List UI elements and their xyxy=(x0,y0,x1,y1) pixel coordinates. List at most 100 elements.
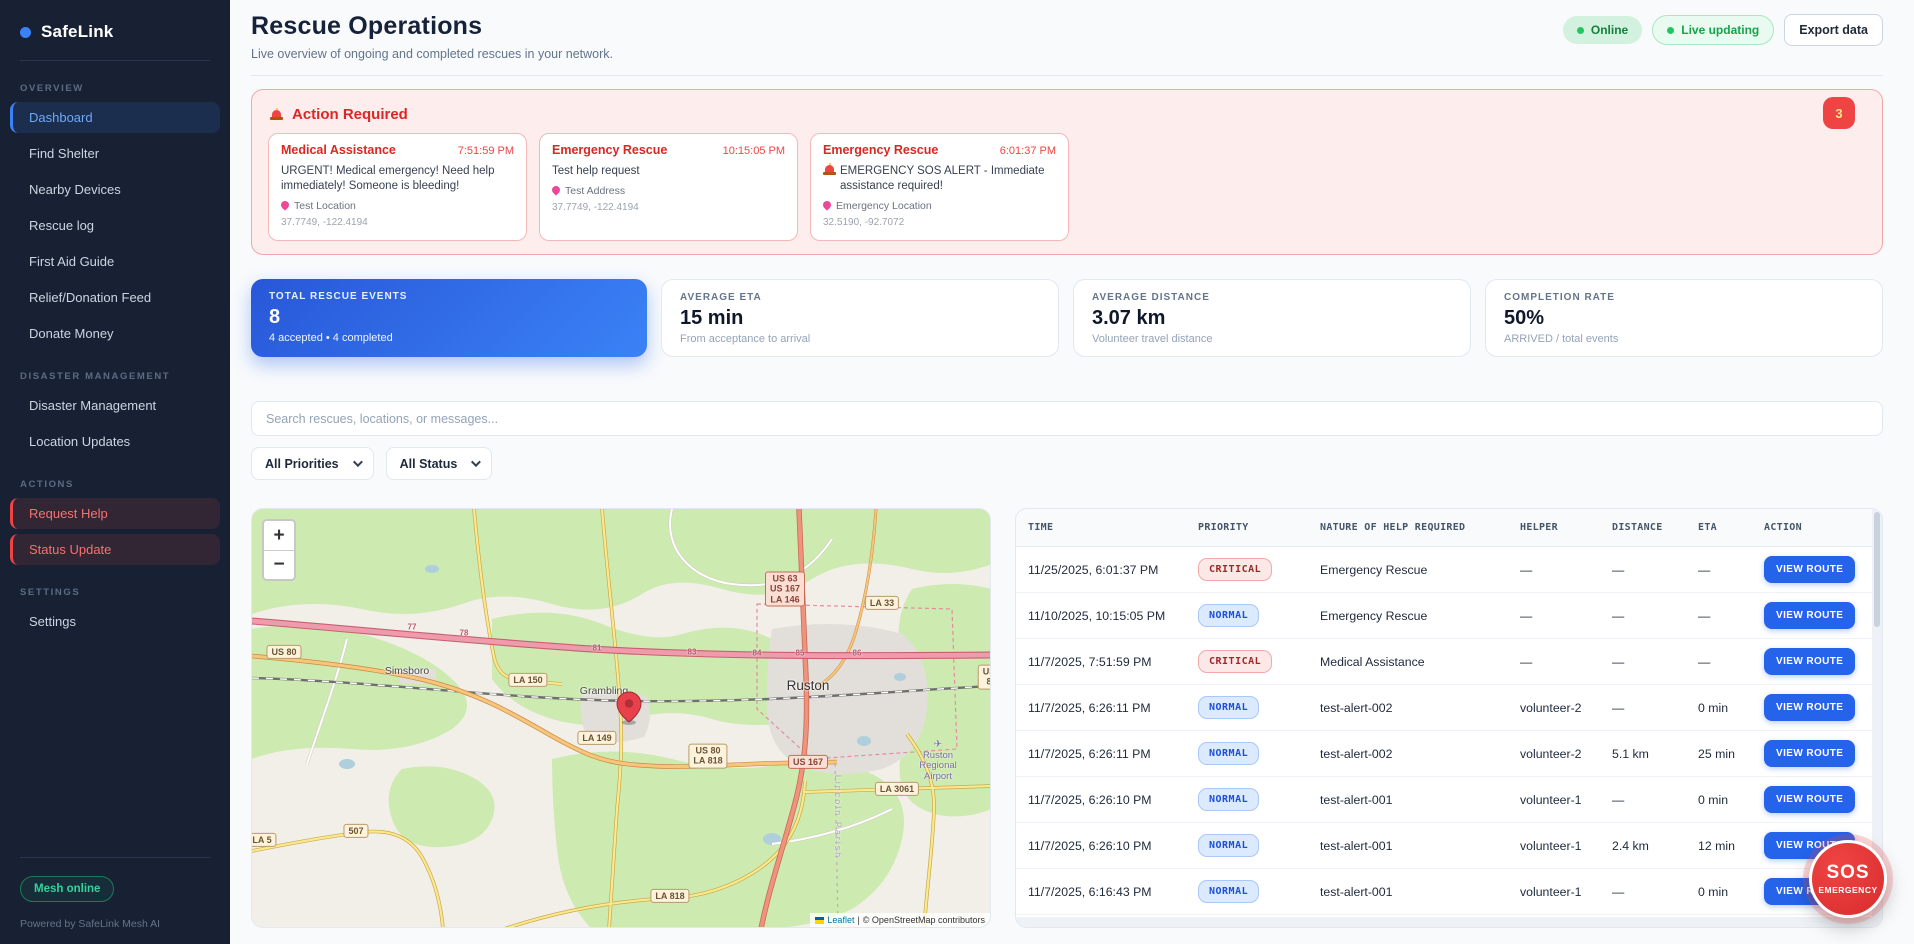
location-pin-icon xyxy=(821,199,833,212)
view-route-button[interactable]: VIEW ROUTE xyxy=(1764,740,1856,767)
powered-by-text: Powered by SafeLink Mesh AI xyxy=(20,918,161,930)
priority-badge: NORMAL xyxy=(1198,604,1260,627)
sidebar-item-settings[interactable]: Settings xyxy=(10,606,220,637)
stat-card-completion-rate[interactable]: COMPLETION RATE 50% ARRIVED / total events xyxy=(1485,279,1883,357)
table-column-header-time: TIME xyxy=(1028,522,1054,533)
sidebar-item-disaster-management[interactable]: Disaster Management xyxy=(10,390,220,421)
sidebar-item-rescue-log[interactable]: Rescue log xyxy=(10,210,220,241)
cell-helper: — xyxy=(1520,654,1533,669)
priority-filter-select[interactable]: All Priorities xyxy=(251,447,374,480)
action-required-panel: Action Required 3 Medical Assistance 7:51… xyxy=(251,89,1883,255)
stat-sublabel: ARRIVED / total events xyxy=(1504,333,1619,345)
stat-sublabel: From acceptance to arrival xyxy=(680,333,811,345)
cell-time: 11/7/2025, 6:26:11 PM xyxy=(1028,746,1151,761)
alert-card-location: Emergency Location xyxy=(821,199,1056,212)
stat-card-total-rescue-events[interactable]: TOTAL RESCUE EVENTS 8 4 accepted • 4 compl… xyxy=(251,279,647,357)
priority-badge: CRITICAL xyxy=(1198,650,1273,673)
sidebar-section-label-disaster-management: Disaster Management xyxy=(20,371,171,382)
cell-distance: 5.1 km xyxy=(1612,746,1649,761)
sidebar-item-dashboard[interactable]: Dashboard xyxy=(10,102,220,133)
cell-helper: volunteer-1 xyxy=(1520,838,1582,853)
table-vertical-scrollbar-thumb[interactable] xyxy=(1874,512,1880,627)
table-body: 11/25/2025, 6:01:37 PM CRITICAL Emergency … xyxy=(1016,547,1872,917)
map-marker-pin[interactable] xyxy=(616,691,642,725)
leaflet-link[interactable]: Leaflet xyxy=(827,915,854,925)
sidebar-item-location-updates[interactable]: Location Updates xyxy=(10,426,220,457)
cell-time: 11/7/2025, 6:26:11 PM xyxy=(1028,700,1151,715)
alert-card-title: Emergency Rescue xyxy=(823,143,939,157)
cell-action: VIEW ROUTE xyxy=(1764,602,1862,629)
alert-card-time: 10:15:05 PM xyxy=(722,145,785,157)
stat-value: 3.07 km xyxy=(1092,307,1166,329)
zoom-in-button[interactable]: + xyxy=(264,521,294,550)
cell-eta: 25 min xyxy=(1698,746,1735,761)
sidebar-item-request-help[interactable]: Request Help xyxy=(10,498,220,529)
alert-card-location: Test Location xyxy=(279,199,514,212)
cell-action: VIEW ROUTE xyxy=(1764,694,1862,721)
alert-card-coordinates: 37.7749, -122.4194 xyxy=(552,202,639,214)
logo-dot-icon xyxy=(20,26,31,38)
chevron-down-icon xyxy=(352,457,363,468)
cell-eta: 0 min xyxy=(1698,700,1729,715)
app-root: SafeLink Overview Dashboard Find Shelter Ne… xyxy=(0,0,1914,944)
export-data-button[interactable]: Export data xyxy=(1784,14,1883,46)
attribution-separator: | xyxy=(857,915,860,925)
cell-time: 11/10/2025, 10:15:05 PM xyxy=(1028,608,1166,623)
sidebar-item-relief-donation-feed[interactable]: Relief/Donation Feed xyxy=(10,282,220,313)
chevron-down-icon xyxy=(471,457,482,468)
table-horizontal-scrollbar[interactable] xyxy=(1016,917,1882,927)
sidebar-item-donate-money[interactable]: Donate Money xyxy=(10,318,220,349)
sidebar: SafeLink Overview Dashboard Find Shelter Ne… xyxy=(0,0,230,944)
stat-value: 8 xyxy=(269,306,281,328)
alert-card-title: Medical Assistance xyxy=(281,143,396,157)
cell-eta: 0 min xyxy=(1698,884,1729,899)
action-required-title: Action Required xyxy=(292,106,408,123)
alert-card-message: Test help request xyxy=(552,164,785,179)
cell-priority: NORMAL xyxy=(1198,788,1320,811)
stat-card-average-eta[interactable]: AVERAGE ETA 15 min From acceptance to arri… xyxy=(661,279,1059,357)
zoom-out-button[interactable]: − xyxy=(264,550,294,579)
map-canvas[interactable]: US 63 US 167 LA 146 LA 33 US 80 Simsboro LA … xyxy=(251,508,991,928)
view-route-button[interactable]: VIEW ROUTE xyxy=(1764,648,1856,675)
alert-card-message-text: EMERGENCY SOS ALERT - Immediate assistan… xyxy=(840,165,1045,193)
table-row: 11/10/2025, 10:15:05 PM NORMAL Emergency R… xyxy=(1016,593,1872,639)
view-route-button[interactable]: VIEW ROUTE xyxy=(1764,786,1856,813)
cell-priority: NORMAL xyxy=(1198,880,1320,903)
cell-nature: Medical Assistance xyxy=(1320,654,1425,669)
sos-emergency-button[interactable]: SOS EMERGENCY xyxy=(1809,840,1887,918)
page-subtitle: Live overview of ongoing and completed r… xyxy=(251,47,614,61)
live-dot-icon xyxy=(1667,26,1675,34)
alert-card-coordinates: 37.7749, -122.4194 xyxy=(281,217,368,229)
alert-count-badge: 3 xyxy=(1823,97,1855,129)
alert-card-time: 7:51:59 PM xyxy=(457,145,514,157)
location-pin-icon xyxy=(550,184,562,196)
cell-distance: — xyxy=(1612,654,1625,669)
sidebar-item-status-update[interactable]: Status Update xyxy=(10,534,220,565)
stat-label: AVERAGE DISTANCE xyxy=(1092,292,1210,303)
sidebar-item-label: Relief/Donation Feed xyxy=(29,290,152,305)
alert-card: Emergency Rescue 10:15:05 PM Test help req… xyxy=(539,133,798,241)
stats-row: TOTAL RESCUE EVENTS 8 4 accepted • 4 compl… xyxy=(251,279,1883,357)
table-row: 11/7/2025, 6:16:43 PM NORMAL test-alert-00… xyxy=(1016,869,1872,915)
sidebar-item-find-shelter[interactable]: Find Shelter xyxy=(10,138,220,169)
cell-action: VIEW ROUTE xyxy=(1764,648,1862,675)
view-route-button[interactable]: VIEW ROUTE xyxy=(1764,694,1856,721)
cell-eta: 0 min xyxy=(1698,792,1729,807)
sidebar-item-first-aid-guide[interactable]: First Aid Guide xyxy=(10,246,220,277)
view-route-button[interactable]: VIEW ROUTE xyxy=(1764,602,1856,629)
status-filter-select[interactable]: All Status xyxy=(385,447,493,480)
rescue-table-card: TIME PRIORITY NATURE OF HELP REQUIRED HELPE… xyxy=(1015,508,1883,928)
search-input[interactable] xyxy=(251,401,1883,436)
cell-nature: Emergency Rescue xyxy=(1320,608,1428,623)
cell-priority: NORMAL xyxy=(1198,604,1320,627)
osm-attribution-link[interactable]: © OpenStreetMap contributors xyxy=(863,915,985,925)
cell-helper: volunteer-1 xyxy=(1520,884,1582,899)
view-route-button[interactable]: VIEW ROUTE xyxy=(1764,556,1856,583)
sidebar-item-label: Disaster Management xyxy=(29,398,157,413)
cell-nature: test-alert-002 xyxy=(1320,700,1393,715)
stat-card-average-distance[interactable]: AVERAGE DISTANCE 3.07 km Volunteer travel … xyxy=(1073,279,1471,357)
online-status-badge: Online xyxy=(1562,16,1643,44)
sidebar-footer: Mesh online Powered by SafeLink Mesh AI xyxy=(0,841,230,944)
table-row: 11/25/2025, 6:01:37 PM CRITICAL Emergency … xyxy=(1016,547,1872,593)
sidebar-item-nearby-devices[interactable]: Nearby Devices xyxy=(10,174,220,205)
